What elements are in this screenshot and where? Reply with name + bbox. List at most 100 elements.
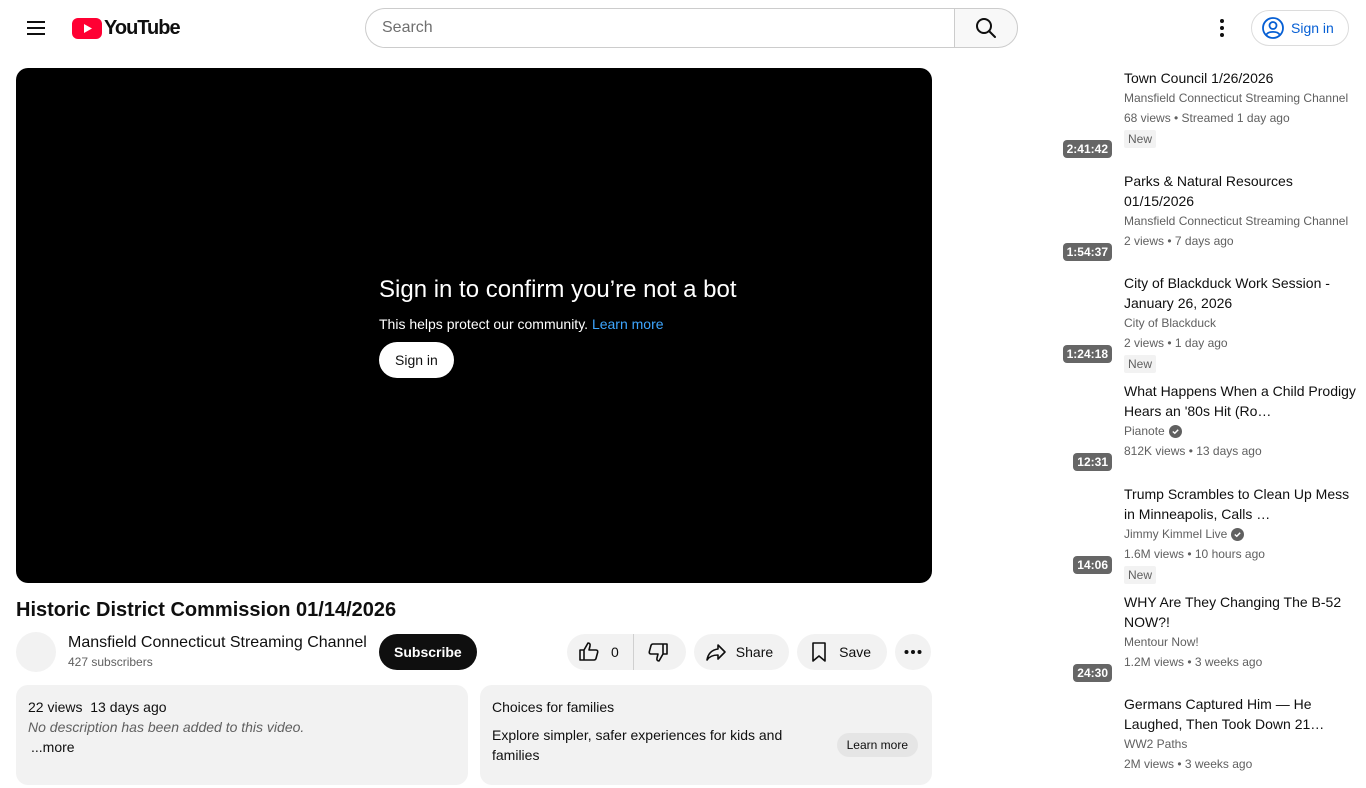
families-learn-more-button[interactable]: Learn more [836,733,918,757]
related-video-meta: 1.6M views • 10 hours ago [1124,547,1265,561]
related-video-info: WHY Are They Changing The B-52 NOW?! Men… [1124,592,1356,671]
related-video-title[interactable]: Germans Captured Him — He Laughed, Then … [1124,694,1356,734]
channel-name: Jimmy Kimmel Live [1124,527,1228,541]
duration-badge: 1:24:18 [1062,345,1112,363]
video-player[interactable]: Sign in to confirm you’re not a bot This… [16,68,932,583]
related-video-title[interactable]: Parks & Natural Resources 01/15/2026 [1124,171,1356,211]
thumbs-down-icon [648,643,668,662]
related-video-info: City of Blackduck Work Session - January… [1124,273,1356,373]
channel-avatar[interactable] [16,632,56,672]
channel-name: Mentour Now! [1124,635,1199,649]
families-text: Explore simpler, safer experiences for k… [492,727,783,763]
account-circle-icon [1262,17,1284,39]
view-count: 22 views [28,699,83,715]
duration-badge: 12:31 [1073,453,1112,471]
subscribe-button[interactable]: Subscribe [379,634,477,670]
video-thumbnail[interactable]: 2:41:42 [1056,68,1116,162]
duration-badge: 1:54:37 [1062,243,1112,261]
bot-check-subtitle: This helps protect our community. Learn … [379,316,737,332]
related-video-info: Germans Captured Him — He Laughed, Then … [1124,694,1356,773]
youtube-logo[interactable]: YouTube [72,17,181,40]
save-button[interactable]: Save [797,634,888,670]
related-video-title[interactable]: What Happens When a Child Prodigy Hears … [1124,381,1356,421]
subscriber-count: 427 subscribers [68,655,153,669]
related-video-channel: Jimmy Kimmel Live [1124,525,1356,543]
related-video-meta: 68 views • Streamed 1 day ago [1124,111,1290,125]
bot-check-title: Sign in to confirm you’re not a bot [379,276,737,303]
new-badge: New [1124,130,1157,148]
new-badge: New [1124,355,1157,373]
description-empty-text: No description has been added to this vi… [28,719,305,735]
related-video-info: What Happens When a Child Prodigy Hears … [1124,381,1356,460]
related-video-meta: 2M views • 3 weeks ago [1124,757,1253,771]
related-video-channel: Pianote [1124,422,1356,440]
duration-badge: 2:41:42 [1062,140,1112,158]
families-title: Choices for families [492,699,615,715]
hamburger-menu-icon [27,21,45,35]
logo-wordmark: YouTube [104,17,181,39]
share-arrow-icon [705,644,726,661]
actions-bar: 0 Share Save [567,634,932,670]
related-video-title[interactable]: Town Council 1/26/2026 [1124,68,1356,88]
video-thumbnail[interactable]: 1:54:37 [1056,171,1116,265]
video-title: Historic District Commission 01/14/2026 [16,599,397,621]
related-video-meta: 2 views • 7 days ago [1124,234,1234,248]
settings-menu-button[interactable] [1202,8,1242,48]
channel-name: City of Blackduck [1124,316,1217,330]
channel-name: WW2 Paths [1124,737,1188,751]
like-count: 0 [611,644,619,660]
video-thumbnail[interactable]: 1:24:18 [1056,273,1116,367]
related-video-title[interactable]: Trump Scrambles to Clean Up Mess in Minn… [1124,484,1356,524]
video-thumbnail[interactable]: 12:31 [1056,381,1116,475]
families-panel: Choices for families Explore simpler, sa… [480,685,932,785]
channel-name: Mansfield Connecticut Streaming Channel [1124,91,1349,105]
related-video-channel: Mansfield Connecticut Streaming Channel [1124,89,1356,107]
bot-check-subtitle-text: This helps protect our community. [379,316,589,332]
video-thumbnail[interactable]: 24:30 [1056,592,1116,686]
related-video-meta: 1.2M views • 3 weeks ago [1124,655,1263,669]
search-button[interactable] [954,8,1018,48]
duration-badge: 14:06 [1073,556,1112,574]
related-video-channel: Mentour Now! [1124,633,1356,651]
share-label: Share [735,644,774,660]
verified-check-icon [1168,424,1182,438]
guide-menu-button[interactable] [16,8,56,48]
search-icon [976,18,996,38]
youtube-play-logo-icon [72,18,102,39]
related-video-title[interactable]: WHY Are They Changing The B-52 NOW?! [1124,592,1356,632]
video-thumbnail[interactable]: 14:06 [1056,484,1116,578]
related-video-meta: 812K views • 13 days ago [1124,444,1262,458]
bot-check-sign-in-button[interactable]: Sign in [379,342,454,378]
channel-name: Mansfield Connecticut Streaming Channel [1124,214,1349,228]
owner-text: Mansfield Connecticut Streaming Channel … [68,633,379,671]
description-meta: 22 views 13 days ago [28,697,456,717]
related-video-info: Town Council 1/26/2026 Mansfield Connect… [1124,68,1356,148]
channel-name-link[interactable]: Mansfield Connecticut Streaming Channel [68,633,379,653]
upload-date: 13 days ago [90,699,167,715]
dislike-button[interactable] [634,634,686,670]
owner-row: Mansfield Connecticut Streaming Channel … [16,632,477,672]
bot-check-learn-more-link[interactable]: Learn more [592,316,664,332]
bot-check-overlay: Sign in to confirm you’re not a bot This… [379,274,737,378]
like-button[interactable]: 0 [567,634,634,670]
description-more-toggle[interactable]: ...more [31,737,456,757]
thumbs-up-icon [579,642,599,661]
related-video-info: Trump Scrambles to Clean Up Mess in Minn… [1124,484,1356,584]
related-video-channel: City of Blackduck [1124,314,1356,332]
search-input[interactable] [365,8,954,48]
masthead: YouTube Sign in [0,0,1366,56]
more-actions-button[interactable] [895,634,932,670]
duration-badge: 24:30 [1073,664,1112,682]
channel-name: Pianote [1124,424,1165,438]
description-box[interactable]: 22 views 13 days ago No description has … [16,685,468,785]
like-dislike-group: 0 [567,634,686,670]
more-horizontal-icon [904,650,922,654]
related-video-meta: 2 views • 1 day ago [1124,336,1228,350]
save-label: Save [839,644,872,660]
share-button[interactable]: Share [693,634,790,670]
related-video-title[interactable]: City of Blackduck Work Session - January… [1124,273,1356,313]
video-thumbnail[interactable] [1056,694,1116,788]
new-badge: New [1124,566,1157,584]
header-sign-in-button[interactable]: Sign in [1251,10,1349,46]
related-video-channel: Mansfield Connecticut Streaming Channel [1124,212,1356,230]
